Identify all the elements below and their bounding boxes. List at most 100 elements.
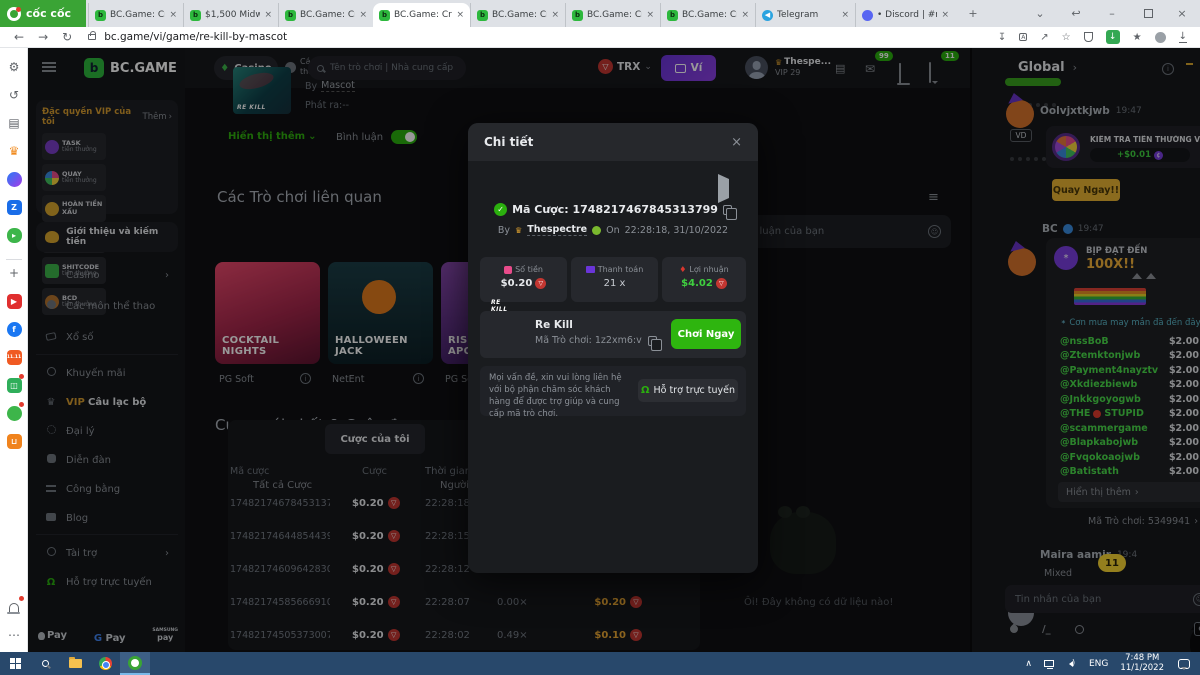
coccoc-brand: cốc cốc <box>0 0 86 27</box>
back-icon[interactable]: ← <box>14 30 24 44</box>
games-icon[interactable]: ▸ <box>0 224 28 246</box>
tab-bcgame-5[interactable]: b BC.Game: Crypto × <box>565 3 660 27</box>
tab-bcgame-1[interactable]: b BC.Game: Crypto × <box>88 3 183 27</box>
share-icon[interactable] <box>718 174 729 203</box>
share-icon[interactable]: ↗ <box>1040 32 1048 43</box>
chrome-logo <box>98 657 112 670</box>
notification-dot <box>19 374 24 379</box>
lock-icon[interactable] <box>88 31 97 40</box>
cart-shortcut-icon[interactable]: ⊔ <box>0 430 28 452</box>
address-bar[interactable]: bc.game/vi/game/re-kill-by-mascot <box>104 31 998 43</box>
cart-logo: ⊔ <box>6 433 22 449</box>
new-tab-button[interactable]: + <box>958 0 988 27</box>
reload-icon[interactable]: ↻ <box>62 30 72 44</box>
bcgame-favicon: b <box>667 9 678 21</box>
notification-dot <box>19 402 24 407</box>
tab-close-icon[interactable]: × <box>841 10 849 20</box>
vip-crown-icon[interactable]: ♛ <box>0 140 28 162</box>
modal-close-icon[interactable]: × <box>731 135 742 150</box>
gift-shortcut-icon[interactable]: ◫ <box>0 374 28 396</box>
profile-icon[interactable] <box>1154 31 1166 43</box>
video-download-icon[interactable]: ↓ <box>1105 30 1120 44</box>
network-icon[interactable] <box>1044 660 1054 669</box>
tab-discord[interactable]: • Discord | #mu × <box>855 3 955 27</box>
windows-taskbar: ∧ ENG 7:48 PM 11/1/2022 <box>0 652 1200 675</box>
tab-bcgame-4[interactable]: b BC.Game: Crypto × <box>470 3 565 27</box>
coccoc-taskbar-icon[interactable] <box>120 652 150 675</box>
copy-icon[interactable] <box>647 335 662 351</box>
youtube-icon[interactable]: ▶ <box>0 290 28 312</box>
maximize-button[interactable] <box>1130 0 1166 27</box>
settings-gear-icon[interactable]: ⚙ <box>0 56 28 78</box>
taskbar-search-icon[interactable] <box>30 652 60 675</box>
tab-label: Telegram <box>777 10 819 20</box>
tab-close-icon[interactable]: × <box>551 10 559 20</box>
shop-shortcut-icon[interactable] <box>0 402 28 424</box>
tab-midweek[interactable]: b $1,500 Midweek × <box>183 3 278 27</box>
browser-side-rail: ⚙ ↺ ▤ ♛ Z ▸ + ▶ f 11.11 ◫ ⊔ ⋯ <box>0 48 28 652</box>
action-center-icon[interactable] <box>1178 658 1190 670</box>
messenger-logo <box>6 171 22 187</box>
tab-close-icon[interactable]: × <box>646 10 654 20</box>
tab-bcgame-6[interactable]: b BC.Game: Crypto × <box>660 3 755 27</box>
gamepad-logo: ▸ <box>6 227 22 243</box>
tray-expand-icon[interactable]: ∧ <box>1025 659 1032 669</box>
tab-close-icon[interactable]: × <box>941 10 949 20</box>
clock[interactable]: 7:48 PM 11/1/2022 <box>1120 653 1164 674</box>
add-shortcut-icon[interactable]: + <box>0 262 28 284</box>
crown-icon: ♛ <box>515 225 523 235</box>
save-page-icon[interactable]: ↧ <box>998 32 1006 43</box>
tab-close-icon[interactable]: × <box>359 10 367 20</box>
maximize-icon <box>1143 9 1153 18</box>
tab-telegram[interactable]: ◀ Telegram × <box>755 3 855 27</box>
discord-favicon <box>862 9 873 21</box>
tab-close-icon[interactable]: × <box>741 10 749 20</box>
minimize-button[interactable]: – <box>1094 0 1130 27</box>
trx-coin-icon: ▽ <box>715 278 727 289</box>
history-icon[interactable]: ↺ <box>0 84 28 106</box>
facebook-icon[interactable]: f <box>0 318 28 340</box>
messenger-icon[interactable] <box>0 168 28 190</box>
telegram-favicon: ◀ <box>762 9 773 21</box>
zalo-icon[interactable]: Z <box>0 196 28 218</box>
stat-value: $0.20 <box>500 278 533 289</box>
start-button[interactable] <box>0 652 30 675</box>
translate-icon[interactable]: A <box>1019 33 1028 41</box>
support-note: Mọi vấn đề, xin vui lòng liên hệ với bộ … <box>489 373 622 419</box>
copy-icon[interactable] <box>722 204 737 220</box>
live-support-button[interactable]: Ω Hỗ trợ trực tuyến <box>638 379 738 402</box>
bcgame-favicon: b <box>190 9 201 21</box>
frog-emoji-icon <box>592 225 602 235</box>
file-explorer-icon[interactable] <box>60 652 90 675</box>
profit-icon: ♦ <box>679 265 687 274</box>
reopen-tab-icon[interactable]: ↩ <box>1058 0 1094 27</box>
extensions-icon[interactable]: ★ <box>1133 32 1142 43</box>
tab-label: BC.Game: Crypto <box>682 10 737 20</box>
play-now-button[interactable]: Chơi Ngay <box>671 319 741 349</box>
play-now-label: Chơi Ngay <box>677 328 735 340</box>
forward-icon[interactable]: → <box>38 30 48 44</box>
zalo-logo: Z <box>6 199 22 215</box>
tab-search-icon[interactable]: ⌄ <box>1022 0 1058 27</box>
chrome-icon[interactable] <box>90 652 120 675</box>
tab-bcgame-2[interactable]: b BC.Game: Crypto × <box>278 3 373 27</box>
rail-bell-icon[interactable] <box>0 596 28 618</box>
bettor-name[interactable]: Thespectre <box>527 224 588 236</box>
volume-icon[interactable] <box>1066 658 1075 667</box>
tab-bcgame-active[interactable]: b BC.Game: Crypto × <box>373 3 470 27</box>
newsfeed-icon[interactable]: ▤ <box>0 112 28 134</box>
rail-more-icon[interactable]: ⋯ <box>0 624 28 646</box>
stat-label: Lợi nhuận <box>689 265 729 274</box>
bcgame-favicon: b <box>95 9 106 21</box>
sale-shortcut-icon[interactable]: 11.11 <box>0 346 28 368</box>
bookmark-star-icon[interactable]: ☆ <box>1062 32 1071 43</box>
bet-code-label: Mã Cược: <box>512 203 569 216</box>
tab-close-icon[interactable]: × <box>169 10 177 20</box>
tab-close-icon[interactable]: × <box>264 10 272 20</box>
adblock-shield-icon[interactable] <box>1083 32 1093 42</box>
language-indicator[interactable]: ENG <box>1089 659 1108 669</box>
downloads-tray-icon[interactable]: ↓ <box>1178 31 1187 43</box>
close-window-button[interactable]: × <box>1164 0 1200 27</box>
by-label: By <box>497 224 511 236</box>
tab-close-icon[interactable]: × <box>456 10 464 20</box>
